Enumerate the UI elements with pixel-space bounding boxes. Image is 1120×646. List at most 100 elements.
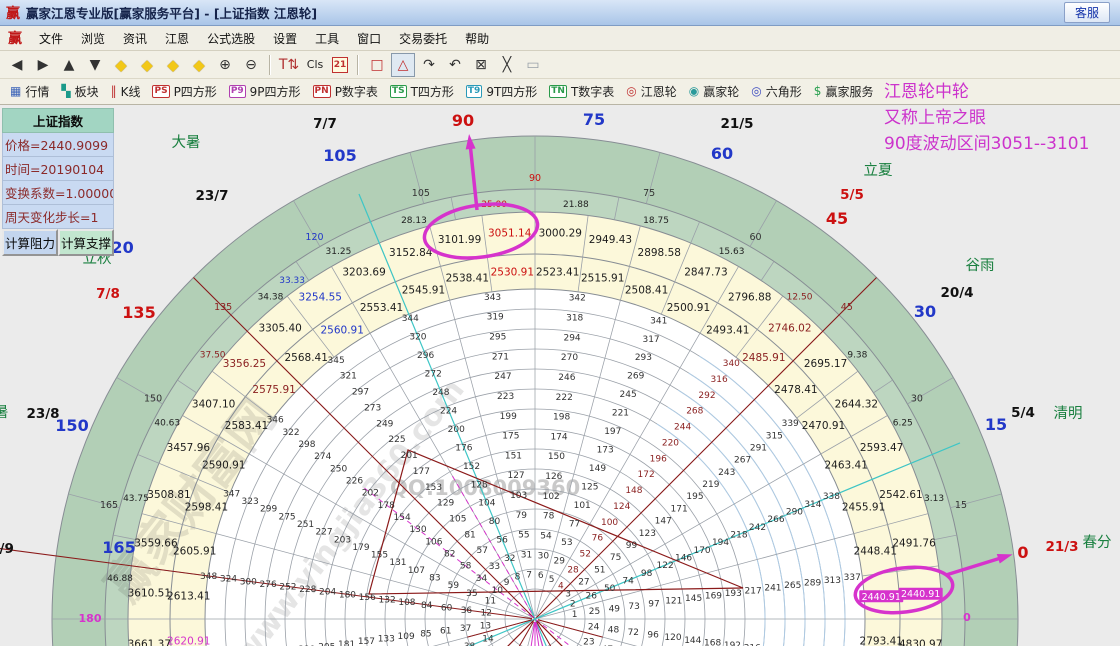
nav-back-button[interactable]: ◀ xyxy=(5,53,29,77)
wheel-number: 2478.41 xyxy=(774,384,817,396)
gann-wheel-button[interactable]: ◎江恩轮 xyxy=(622,82,681,101)
rotate-ccw-button[interactable]: ↶ xyxy=(443,53,467,77)
wheel-number: 50 xyxy=(604,584,616,594)
date-label: 21/5 xyxy=(720,116,753,132)
cycle-marker: 0 xyxy=(963,611,971,624)
p-table-button[interactable]: PNP数字表 xyxy=(309,82,382,101)
wheel-number: 33 xyxy=(489,562,500,572)
menu-item-江恩[interactable]: 江恩 xyxy=(156,30,198,48)
menu-item-窗口[interactable]: 窗口 xyxy=(348,30,390,48)
index-info-panel: 上证指数 价格=2440.9099时间=20190104变换系数=1.00000… xyxy=(2,108,114,256)
t-table-button[interactable]: TN T数字表 xyxy=(545,82,618,101)
wheel-number: 271 xyxy=(492,352,509,362)
wheel-number: 172 xyxy=(638,470,655,480)
wheel-number: 339 xyxy=(782,419,799,429)
wheel-number: 2695.17 xyxy=(804,358,847,370)
wheel-number: 197 xyxy=(604,427,621,437)
t-square-button[interactable]: TST四方形 xyxy=(386,82,458,101)
menu-bar: 赢 文件浏览资讯江恩公式选股设置工具窗口交易委托帮助 xyxy=(0,26,1120,51)
wheel-number: 76 xyxy=(592,534,604,544)
wheel-number: 222 xyxy=(556,393,573,403)
gann-wheel-icon: ◎ xyxy=(626,85,636,98)
t-table-icon: TN xyxy=(549,85,567,98)
winner-wheel-button[interactable]: ◉赢家轮 xyxy=(685,82,744,101)
wheel-number: 180 xyxy=(339,590,356,600)
wheel-number: 148 xyxy=(625,486,642,496)
wheel-number: 270 xyxy=(561,353,578,363)
t-table-label: T数字表 xyxy=(571,83,614,100)
wheel-number: 2500.91 xyxy=(667,302,710,314)
pointer-up-button[interactable]: ▲ xyxy=(57,53,81,77)
9t-square-label: 9T四方形 xyxy=(486,83,537,100)
wheel-number: 225 xyxy=(388,435,405,445)
wheel-number: 104 xyxy=(478,499,495,509)
wheel-number: 46.88 xyxy=(107,574,133,584)
menu-item-帮助[interactable]: 帮助 xyxy=(456,30,498,48)
sectors-button[interactable]: ▚板块 xyxy=(57,82,102,101)
rotate-cw-button[interactable]: ↷ xyxy=(417,53,441,77)
customer-service-button[interactable]: 客服 xyxy=(1064,2,1110,23)
wheel-number: 223 xyxy=(497,392,514,402)
wheel-number: 28.13 xyxy=(401,216,427,226)
wheel-number: 31.25 xyxy=(326,247,352,257)
wheel-number: 2538.41 xyxy=(446,273,489,285)
wheel-number: 8 xyxy=(515,573,521,583)
wheel-number: 315 xyxy=(766,431,783,441)
solar-term-label: 大暑 xyxy=(172,134,201,151)
hexagon-button[interactable]: ◎六角形 xyxy=(747,82,806,101)
kline-button[interactable]: ‖K线 xyxy=(107,82,145,101)
wheel-number: 90 xyxy=(529,173,541,184)
menu-item-交易委托[interactable]: 交易委托 xyxy=(390,30,456,48)
service-button[interactable]: $赢家服务 xyxy=(810,82,878,101)
menu-item-资讯[interactable]: 资讯 xyxy=(114,30,156,48)
9t-square-button[interactable]: T99T四方形 xyxy=(462,82,541,101)
wheel-number: 317 xyxy=(642,335,659,345)
wheel-number: 2593.47 xyxy=(860,442,903,454)
panel-row-2: 变换系数=1.00000 xyxy=(2,181,114,205)
wheel-number: 194 xyxy=(712,538,729,548)
calc-support-button[interactable]: 计算支撑 xyxy=(58,229,114,256)
wheel-number: 266 xyxy=(767,515,784,525)
p-square-button[interactable]: PSP四方形 xyxy=(148,82,220,101)
zoom-out-button[interactable]: ⊖ xyxy=(239,53,263,77)
wheel-number: 3407.10 xyxy=(192,398,235,410)
cls-clear-button[interactable]: Cls xyxy=(303,53,327,77)
pan-up-button[interactable]: ◆ xyxy=(161,53,185,77)
wheel-number: 2493.41 xyxy=(706,324,749,336)
wheel-number: 196 xyxy=(650,454,667,464)
wheel-number: 125 xyxy=(581,483,598,493)
wheel-number: 2590.91 xyxy=(202,460,245,472)
wheel-number: 154 xyxy=(394,513,411,523)
menu-item-工具[interactable]: 工具 xyxy=(306,30,348,48)
calc-resistance-button[interactable]: 计算阻力 xyxy=(2,229,58,256)
draw-triangle-button[interactable]: △ xyxy=(391,53,415,77)
wheel-number: 57 xyxy=(477,546,488,556)
calendar-button[interactable]: 21 xyxy=(332,57,348,73)
screen-tool-button[interactable]: ▭ xyxy=(521,53,545,77)
menu-item-浏览[interactable]: 浏览 xyxy=(72,30,114,48)
zoom-in-button[interactable]: ⊕ xyxy=(213,53,237,77)
angle-label: 105 xyxy=(323,146,356,165)
wheel-number: 33.33 xyxy=(279,276,305,286)
pan-right-button[interactable]: ◆ xyxy=(135,53,159,77)
9p-square-button[interactable]: P99P四方形 xyxy=(225,82,305,101)
gann-wheel-canvas[interactable]: 赢家财富网www.yingjia360.comQQ:10080093601234… xyxy=(0,105,1120,646)
menu-item-公式选股[interactable]: 公式选股 xyxy=(198,30,264,48)
wheel-number: 60 xyxy=(441,603,453,613)
wheel-number: 322 xyxy=(282,428,299,438)
wheel-number: 313 xyxy=(824,576,841,586)
menu-item-设置[interactable]: 设置 xyxy=(264,30,306,48)
pan-left-button[interactable]: ◆ xyxy=(109,53,133,77)
pointer-down-button[interactable]: ▼ xyxy=(83,53,107,77)
pan-down-button[interactable]: ◆ xyxy=(187,53,211,77)
select-region-button[interactable]: ⊠ xyxy=(469,53,493,77)
wheel-number: 265 xyxy=(784,581,801,591)
wheel-number: 149 xyxy=(589,464,606,474)
t-scale-button[interactable]: T⇅ xyxy=(277,53,301,77)
quotes-button[interactable]: ▦行情 xyxy=(6,82,53,101)
nav-forward-button[interactable]: ▶ xyxy=(31,53,55,77)
menu-item-文件[interactable]: 文件 xyxy=(30,30,72,48)
cross-tool-button[interactable]: ╳ xyxy=(495,53,519,77)
draw-square-button[interactable]: □ xyxy=(365,53,389,77)
wheel-number: 135 xyxy=(214,302,232,313)
